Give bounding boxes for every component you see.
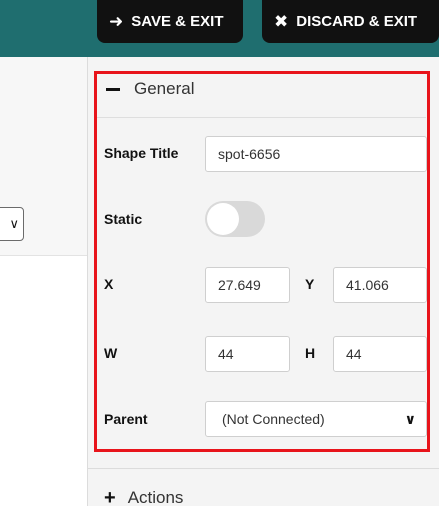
- save-exit-label: SAVE & EXIT: [131, 13, 224, 30]
- parent-value: (Not Connected): [222, 411, 325, 427]
- parent-label: Parent: [104, 411, 148, 427]
- left-dropdown[interactable]: ∨: [0, 207, 24, 241]
- x-label: X: [104, 276, 114, 292]
- y-label: Y: [305, 276, 315, 292]
- arrow-right-icon: ➜: [109, 12, 124, 31]
- actions-section-title: Actions: [127, 488, 184, 506]
- x-icon: ✖: [274, 12, 289, 31]
- parent-select[interactable]: (Not Connected) ∨: [205, 401, 427, 437]
- section-divider: [87, 468, 439, 469]
- x-value: 27.649: [218, 277, 261, 293]
- general-section-header[interactable]: General: [100, 73, 420, 105]
- toggle-knob: [207, 203, 239, 235]
- static-label: Static: [104, 211, 143, 227]
- plus-icon: +: [104, 487, 116, 506]
- x-input[interactable]: 27.649: [205, 267, 290, 303]
- save-exit-button[interactable]: ➜ SAVE & EXIT: [97, 0, 243, 43]
- actions-section-header[interactable]: + Actions: [104, 488, 183, 506]
- shape-title-value: spot-6656: [218, 146, 281, 162]
- minus-icon: [106, 87, 120, 91]
- discard-exit-button[interactable]: ✖ DISCARD & EXIT: [262, 0, 439, 43]
- y-input[interactable]: 41.066: [333, 267, 427, 303]
- w-label: W: [104, 345, 118, 361]
- h-label: H: [305, 345, 316, 361]
- h-input[interactable]: 44: [333, 336, 427, 372]
- static-toggle[interactable]: [205, 201, 265, 237]
- y-value: 41.066: [346, 277, 389, 293]
- chevron-down-icon: ∨: [9, 216, 19, 231]
- general-section-title: General: [134, 79, 195, 98]
- section-divider: [96, 117, 426, 118]
- w-value: 44: [218, 346, 234, 362]
- w-input[interactable]: 44: [205, 336, 290, 372]
- shape-title-label: Shape Title: [104, 145, 179, 161]
- h-value: 44: [346, 346, 362, 362]
- discard-exit-label: DISCARD & EXIT: [296, 13, 418, 30]
- shape-title-input[interactable]: spot-6656: [205, 136, 427, 172]
- chevron-down-icon: ∨: [404, 411, 416, 427]
